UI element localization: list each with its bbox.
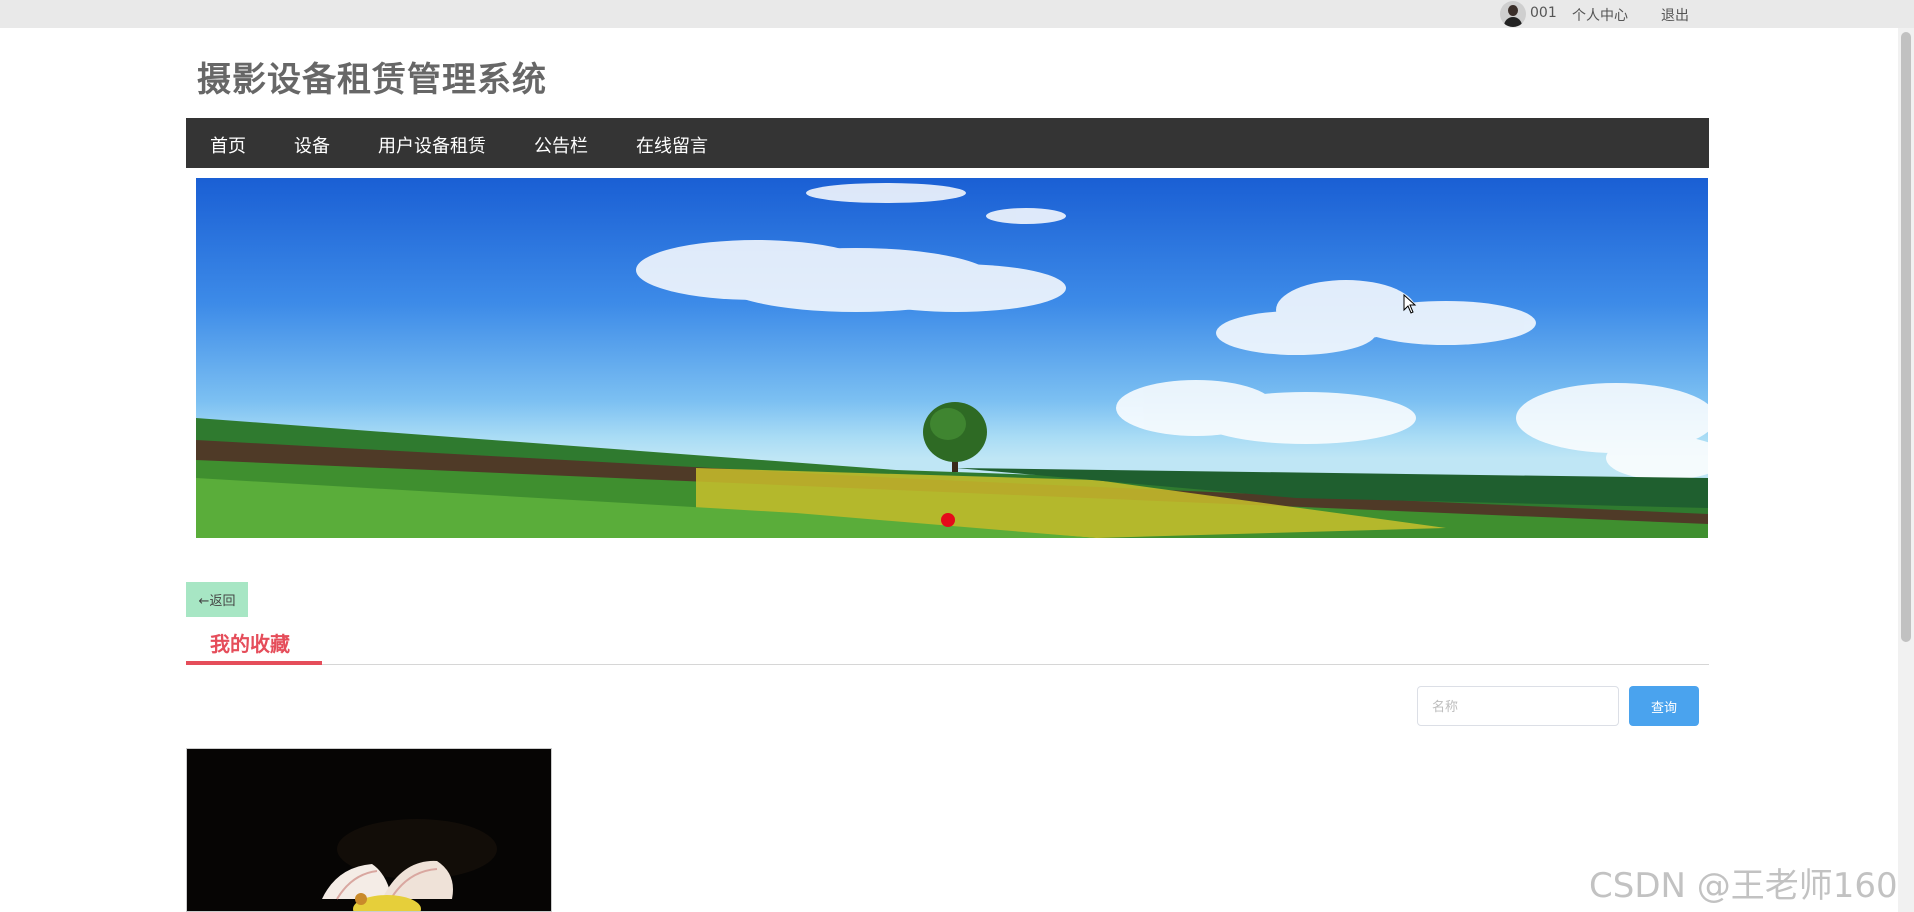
name-search-input[interactable] xyxy=(1417,686,1619,726)
nav-item-notice-board[interactable]: 公告栏 xyxy=(534,132,588,158)
nav-item-home[interactable]: 首页 xyxy=(210,132,246,158)
banner-landscape-image xyxy=(196,183,1708,538)
avatar-head xyxy=(1508,5,1518,16)
profile-link[interactable]: 个人中心 xyxy=(1572,5,1628,25)
csdn-watermark: CSDN @王老师160 xyxy=(1589,866,1898,906)
favorites-title: 我的收藏 xyxy=(210,632,290,656)
carousel-indicator-dot[interactable] xyxy=(941,513,955,527)
avatar-body xyxy=(1504,17,1522,27)
nav-item-equipment[interactable]: 设备 xyxy=(294,132,330,158)
username: 001 xyxy=(1530,5,1557,21)
section-divider xyxy=(186,664,1709,665)
banner-carousel[interactable] xyxy=(196,178,1708,538)
scrollbar-thumb[interactable] xyxy=(1901,32,1911,642)
site-title: 摄影设备租赁管理系统 xyxy=(197,60,547,100)
page-scrollbar[interactable] xyxy=(1898,28,1914,912)
back-button[interactable]: ←返回 xyxy=(186,582,248,617)
active-tab-underline xyxy=(186,661,322,665)
item-photo xyxy=(187,749,551,911)
search-button[interactable]: 查询 xyxy=(1629,686,1699,726)
favorite-item-card[interactable] xyxy=(186,748,552,912)
logout-link[interactable]: 退出 xyxy=(1661,5,1689,25)
main-nav: 首页 设备 用户设备租赁 公告栏 在线留言 xyxy=(186,118,1709,168)
top-bar: 001 个人中心 退出 xyxy=(0,0,1914,28)
avatar[interactable] xyxy=(1500,1,1526,27)
nav-item-online-message[interactable]: 在线留言 xyxy=(636,132,708,158)
mouse-cursor-icon xyxy=(1403,294,1417,314)
nav-item-user-rental[interactable]: 用户设备租赁 xyxy=(378,132,486,158)
